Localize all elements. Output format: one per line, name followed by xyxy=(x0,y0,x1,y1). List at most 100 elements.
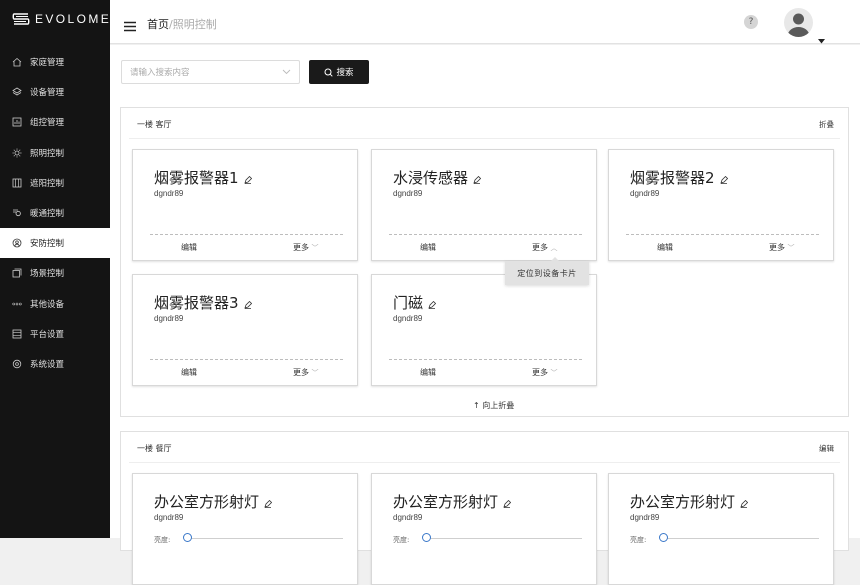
search-button-label: 搜索 xyxy=(336,68,354,78)
group-header: 一楼 餐厅 编辑 xyxy=(121,432,848,463)
brightness-track[interactable] xyxy=(187,538,343,539)
edit-pencil-icon[interactable] xyxy=(243,295,252,313)
edit-button[interactable]: 编辑 xyxy=(420,242,436,253)
group-header: 一楼 客厅 折叠 xyxy=(121,108,848,139)
sidebar-item-label: 场景控制 xyxy=(30,269,65,280)
scene-icon xyxy=(12,268,22,278)
sidebar-item-label: 安防控制 xyxy=(30,239,65,250)
edit-button[interactable]: 编辑 xyxy=(181,367,197,378)
chevron-up-icon: ︿ xyxy=(550,244,558,252)
sidebar-item-label: 暖通控制 xyxy=(30,209,65,220)
more-label: 更多 xyxy=(293,368,309,377)
brightness-label: 亮度: xyxy=(154,536,171,544)
light-card: 办公室方形射灯 dgndr89 亮度: xyxy=(371,473,597,585)
device-name: 烟雾报警器3 xyxy=(154,292,252,313)
more-button[interactable]: 更多 ︿ xyxy=(532,242,558,253)
device-name-text: 办公室方形射灯 xyxy=(630,493,736,511)
group-panel: 一楼 客厅 折叠 烟雾报警器1 dgndr89 编辑 更多 ﹀ 水浸传感器 dg… xyxy=(120,107,849,417)
sidebar-item-devices[interactable]: 设备管理 xyxy=(0,77,110,107)
edit-pencil-icon[interactable] xyxy=(503,494,512,512)
sidebar-item-label: 照明控制 xyxy=(30,148,65,159)
more-menu-popup[interactable]: 定位到设备卡片 xyxy=(505,257,589,285)
sidebar-item-platform-settings[interactable]: 平台设置 xyxy=(0,319,110,349)
device-name: 办公室方形射灯 xyxy=(630,491,749,512)
collapse-button[interactable]: 折叠 xyxy=(819,119,834,130)
chevron-down-icon: ﹀ xyxy=(311,244,319,252)
device-card: 水浸传感器 dgndr89 编辑 更多 ︿ xyxy=(371,149,597,261)
device-card: 门磁 dgndr89 编辑 更多 ﹀ xyxy=(371,274,597,386)
device-name-text: 烟雾报警器1 xyxy=(154,169,239,187)
edit-pencil-icon[interactable] xyxy=(428,295,437,313)
more-button[interactable]: 更多 ﹀ xyxy=(293,367,319,378)
more-dots-icon xyxy=(12,299,22,309)
group-edit-button[interactable]: 编辑 xyxy=(819,443,834,454)
light-card: 办公室方形射灯 dgndr89 亮度: xyxy=(132,473,358,585)
device-name-text: 门磁 xyxy=(393,294,424,312)
device-name-text: 办公室方形射灯 xyxy=(154,493,260,511)
edit-button[interactable]: 编辑 xyxy=(657,242,673,253)
search-placeholder: 请输入搜索内容 xyxy=(130,68,190,78)
sidebar-item-scenes[interactable]: 场景控制 xyxy=(0,258,110,288)
chevron-down-icon: ﹀ xyxy=(787,244,795,252)
top-header: 首页/照明控制 ? xyxy=(110,0,860,44)
locate-card-menu-item[interactable]: 定位到设备卡片 xyxy=(517,268,577,279)
sidebar-item-group-control[interactable]: 组控管理 xyxy=(0,107,110,137)
edit-button[interactable]: 编辑 xyxy=(181,242,197,253)
breadcrumb-current: 照明控制 xyxy=(172,18,217,31)
sidebar-item-shading[interactable]: 遮阳控制 xyxy=(0,168,110,198)
collapse-up-label: 向上折叠 xyxy=(482,401,515,410)
edit-pencil-icon[interactable] xyxy=(473,170,482,188)
more-label: 更多 xyxy=(769,243,785,252)
security-icon xyxy=(12,238,22,248)
more-button[interactable]: 更多 ﹀ xyxy=(769,242,795,253)
sidebar-item-label: 其他设备 xyxy=(30,299,65,310)
divider xyxy=(389,234,582,235)
search-button[interactable]: 搜索 xyxy=(309,60,369,84)
sidebar-item-lighting[interactable]: 照明控制 xyxy=(0,138,110,168)
main-content: 请输入搜索内容 搜索 一楼 客厅 折叠 烟雾报警器1 dgndr89 编辑 更多… xyxy=(110,45,860,585)
breadcrumb-home[interactable]: 首页 xyxy=(147,18,169,31)
server-icon xyxy=(12,329,22,339)
help-icon[interactable]: ? xyxy=(744,15,758,29)
device-code: dgndr89 xyxy=(630,513,660,522)
search-input[interactable]: 请输入搜索内容 xyxy=(121,60,300,84)
divider xyxy=(389,359,582,360)
brightness-track[interactable] xyxy=(426,538,582,539)
edit-button[interactable]: 编辑 xyxy=(420,367,436,378)
chart-icon xyxy=(12,117,22,127)
sidebar-item-label: 组控管理 xyxy=(30,118,65,129)
device-code: dgndr89 xyxy=(154,189,184,198)
device-card: 烟雾报警器2 dgndr89 编辑 更多 ﹀ xyxy=(608,149,834,261)
more-button[interactable]: 更多 ﹀ xyxy=(293,242,319,253)
device-name: 办公室方形射灯 xyxy=(154,491,273,512)
edit-pencil-icon[interactable] xyxy=(740,494,749,512)
edit-pencil-icon[interactable] xyxy=(719,170,728,188)
sidebar: EVOLOME 家庭管理 设备管理 组控管理 照明控制 遮阳控制 暖通控制 安防… xyxy=(0,0,110,538)
sidebar-item-hvac[interactable]: 暖通控制 xyxy=(0,198,110,228)
more-label: 更多 xyxy=(532,368,548,377)
edit-pencil-icon[interactable] xyxy=(243,170,252,188)
light-card: 办公室方形射灯 dgndr89 亮度: xyxy=(608,473,834,585)
more-button[interactable]: 更多 ﹀ xyxy=(532,367,558,378)
device-name: 办公室方形射灯 xyxy=(393,491,512,512)
sidebar-item-security[interactable]: 安防控制 xyxy=(0,228,110,259)
brightness-track[interactable] xyxy=(663,538,819,539)
device-name-text: 水浸传感器 xyxy=(393,169,469,187)
brightness-label: 亮度: xyxy=(393,536,410,544)
sun-icon xyxy=(12,148,22,158)
layers-icon xyxy=(12,87,22,97)
sidebar-item-system-settings[interactable]: 系统设置 xyxy=(0,349,110,379)
avatar[interactable] xyxy=(784,8,813,37)
settings-icon xyxy=(12,359,22,369)
menu-toggle-icon[interactable] xyxy=(124,17,136,36)
hvac-icon xyxy=(12,208,22,218)
edit-pencil-icon[interactable] xyxy=(264,494,273,512)
collapse-up-button[interactable]: ↑ 向上折叠 xyxy=(473,400,514,411)
sidebar-item-other-devices[interactable]: 其他设备 xyxy=(0,289,110,319)
divider xyxy=(150,234,343,235)
device-name: 水浸传感器 xyxy=(393,167,482,188)
divider xyxy=(150,359,343,360)
sidebar-item-home[interactable]: 家庭管理 xyxy=(0,47,110,77)
device-name-text: 烟雾报警器2 xyxy=(630,169,715,187)
arrow-up-icon: ↑ xyxy=(473,401,480,410)
